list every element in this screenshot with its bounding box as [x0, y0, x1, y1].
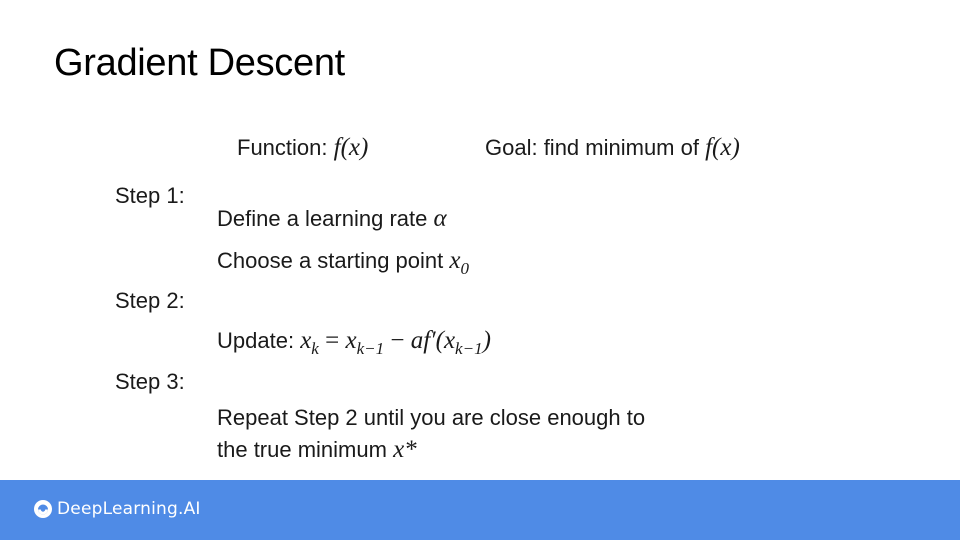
true-minimum-symbol: x* [393, 436, 417, 463]
function-label: Function: [237, 135, 328, 160]
deeplearning-ai-logo-icon [34, 500, 52, 518]
step3-line2: the true minimum x* [217, 436, 417, 464]
step3-label: Step 3: [115, 369, 185, 394]
step1-line1-text: Define a learning rate [217, 206, 428, 231]
brand-name: DeepLearning.AI [57, 499, 201, 519]
step2-label: Step 2: [115, 288, 185, 313]
slide-title: Gradient Descent [54, 42, 345, 84]
function-expression: f(x) [333, 134, 369, 161]
goal-statement: Goal: find minimum of f(x) [485, 134, 740, 162]
step3-line1: Repeat Step 2 until you are close enough… [217, 405, 646, 430]
update-rule: Update: xk = xk−1 − af′(xk−1) [217, 327, 491, 358]
alpha-symbol: α [433, 205, 447, 232]
start-point-symbol: x0 [449, 247, 469, 278]
step1-line2-text: Choose a starting point [217, 248, 444, 273]
update-label: Update: [217, 328, 295, 353]
goal-expression: f(x) [705, 134, 740, 161]
brand-logo: DeepLearning.AI [33, 499, 201, 519]
step1-line1: Define a learning rate α [217, 205, 447, 233]
function-statement: Function: f(x) [237, 134, 368, 162]
step3-line2-text: the true minimum [217, 437, 387, 462]
update-equation: xk = xk−1 − af′(xk−1) [300, 327, 491, 358]
goal-label: Goal: find minimum of [485, 135, 699, 160]
step1-line2: Choose a starting point x0 [217, 247, 469, 278]
step1-label: Step 1: [115, 183, 185, 208]
footer-bar: DeepLearning.AI [0, 480, 960, 540]
